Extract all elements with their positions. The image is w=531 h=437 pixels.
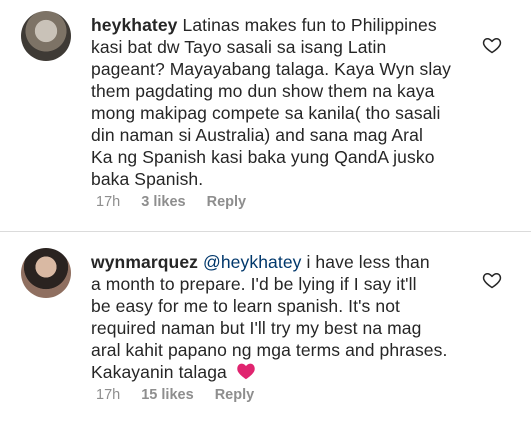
comment-meta: 17h 15 likes Reply	[96, 387, 271, 403]
comment-text: heykhatey Latinas makes fun to Philippin…	[91, 14, 476, 190]
comment-line: aral kahit papano ng mga terms and phras…	[91, 340, 448, 360]
username-link[interactable]: heykhatey	[91, 15, 178, 35]
reply-button[interactable]: Reply	[215, 387, 255, 403]
pink-heart-emoji-icon	[237, 363, 255, 380]
comment-line: a month to prepare. I'd be lying if I sa…	[91, 274, 417, 294]
timestamp: 17h	[96, 387, 121, 403]
comment-line: pageant? Mayayabang talaga. Kaya Wyn sla…	[91, 59, 452, 79]
likes-count[interactable]: 15 likes	[141, 387, 193, 403]
heart-outline-icon[interactable]	[482, 35, 502, 55]
comment-meta: 17h 3 likes Reply	[96, 194, 263, 210]
comment-line: Ka ng Spanish kasi baka yung QandA jusko	[91, 147, 435, 167]
timestamp: 17h	[96, 194, 121, 210]
comment-line: Latinas makes fun to Philippines	[182, 15, 437, 35]
reply-button[interactable]: Reply	[207, 194, 247, 210]
comment-line: them pagdating mo dun show them na kaya	[91, 81, 435, 101]
comment-line: required naman but I'll try my best na m…	[91, 318, 422, 338]
comment-divider	[0, 231, 531, 232]
comment-line: Kakayanin talaga	[91, 362, 227, 382]
avatar-heykhatey[interactable]	[21, 11, 71, 61]
comment-line: be easy for me to learn spanish. It's no…	[91, 296, 400, 316]
comment-line: i have less than	[306, 252, 430, 272]
username-link[interactable]: wynmarquez	[91, 252, 198, 272]
comment-text: wynmarquez @heykhatey i have less than a…	[91, 251, 476, 383]
comment-line: baka Spanish.	[91, 169, 204, 189]
comment-line: kasi bat dw Tayo sasali sa isang Latin	[91, 37, 387, 57]
heart-outline-icon[interactable]	[482, 270, 502, 290]
comment-line: mong makipag compete sa kanila( tho sasa…	[91, 103, 441, 123]
mention-link[interactable]: @heykhatey	[203, 252, 302, 272]
likes-count[interactable]: 3 likes	[141, 194, 185, 210]
comment-line: din naman si Australia) and sana mag Ara…	[91, 125, 423, 145]
avatar-wynmarquez[interactable]	[21, 248, 71, 298]
